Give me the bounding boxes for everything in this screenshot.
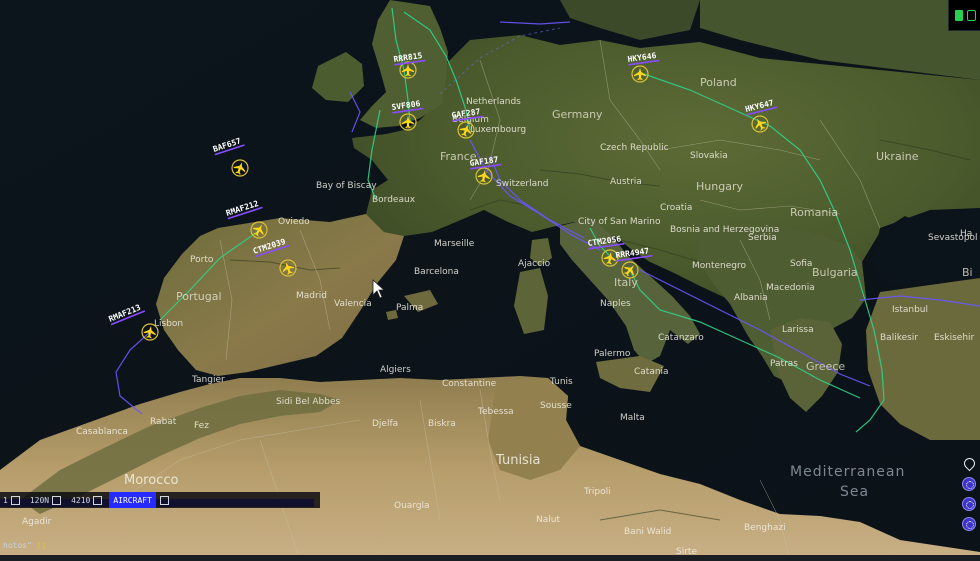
label-hungary: Hungary (696, 180, 743, 193)
label-valencia: Valencia (334, 299, 372, 309)
toolbar-field-4: AIRCRAFT (113, 495, 152, 505)
toolbar-field-2: 120N (29, 495, 50, 505)
close-icon[interactable] (93, 495, 103, 505)
label-luxembourg: Luxembourg (470, 125, 526, 135)
location-pin-icon[interactable] (961, 455, 977, 472)
toolbar-aircraft-tab[interactable]: AIRCRAFT (109, 492, 156, 508)
label-montenegro: Montenegro (692, 261, 746, 271)
filter-button-2[interactable] (962, 497, 976, 511)
label-casablanca: Casablanca (76, 427, 128, 437)
label-mediterranean-sea: Sea (840, 484, 869, 500)
label-bay-of-biscay: Bay of Biscay (316, 181, 377, 191)
label-patras: Patras (770, 359, 798, 369)
toolbar-field-1: 1 (3, 495, 8, 505)
label-catania: Catania (634, 367, 669, 377)
expand-icon[interactable] (52, 495, 62, 505)
label-istanbul: Istanbul (892, 305, 928, 315)
label-albania: Albania (734, 293, 768, 303)
layers-icon (954, 9, 963, 21)
console-bracket: [] (36, 541, 47, 550)
label-mediterranean: Mediterranean (790, 464, 905, 480)
label-sofia: Sofia (790, 259, 812, 269)
label-fez: Fez (194, 421, 209, 431)
label-macedonia: Macedonia (766, 283, 815, 293)
label-catanzaro: Catanzaro (658, 333, 704, 343)
close-icon[interactable] (159, 495, 169, 505)
label-germany: Germany (552, 108, 603, 121)
label-benghazi: Benghazi (744, 523, 786, 533)
label-marseille: Marseille (434, 239, 475, 249)
label-djelfa: Djelfa (372, 419, 398, 429)
bottom-toolbar: 1 120N 4210 AIRCRAFT (0, 492, 320, 508)
shield-icon (966, 9, 976, 21)
label-bordeaux: Bordeaux (372, 195, 416, 205)
map-controls (960, 455, 978, 531)
label-austria: Austria (610, 177, 642, 187)
label-balikesir: Balikesir (880, 333, 918, 343)
label-agadir: Agadir (22, 517, 52, 527)
label-greece: Greece (806, 360, 845, 373)
label-romania: Romania (790, 206, 838, 219)
label-barcelona: Barcelona (414, 267, 459, 277)
label-tebessa: Tebessa (477, 407, 514, 417)
label-biskra: Biskra (428, 419, 456, 429)
label-morocco: Morocco (124, 473, 178, 488)
label-rabat: Rabat (150, 417, 177, 427)
toolbar-segment-2[interactable]: 120N (27, 492, 64, 508)
label-sidi-bel-abbes: Sidi Bel Abbes (276, 397, 340, 407)
label-tunisia: Tunisia (495, 453, 540, 468)
toolbar-segment-3[interactable]: 4210 (68, 492, 105, 508)
label-bani-walid: Bani Walid (624, 527, 671, 537)
label-naples: Naples (600, 299, 631, 309)
label-turkey-partial: Bi (962, 266, 973, 279)
label-tripoli: Tripoli (583, 487, 611, 497)
label-slovakia: Slovakia (690, 151, 728, 161)
label-tangier: Tangier (191, 375, 225, 385)
label-constantine: Constantine (442, 379, 497, 389)
expand-icon[interactable] (10, 495, 20, 505)
label-algiers: Algiers (380, 365, 411, 375)
mouse-cursor-icon (372, 279, 386, 299)
label-italy: Italy (614, 276, 638, 289)
console-text: hotos" (3, 541, 32, 550)
label-palma: Palma (396, 303, 423, 313)
flight-map[interactable]: Germany Poland Czech Republic Austria Sl… (0, 0, 980, 561)
label-ha-partial: Ha (960, 229, 972, 239)
label-bulgaria: Bulgaria (812, 266, 858, 279)
label-eskisehir: Eskisehir (934, 333, 975, 343)
label-czech: Czech Republic (600, 143, 669, 153)
label-ouargla: Ouargla (394, 501, 430, 511)
view-toggle[interactable] (948, 0, 980, 31)
label-netherlands: Netherlands (466, 97, 521, 107)
label-san-marino: City of San Marino (578, 217, 661, 227)
bottom-strip (0, 555, 980, 561)
label-nalut: Nalut (536, 515, 560, 525)
label-bosnia: Bosnia and Herzegovina (670, 225, 779, 235)
label-tunis: Tunis (549, 377, 573, 387)
label-sousse: Sousse (540, 401, 572, 411)
toolbar-segment-1[interactable]: 1 (0, 492, 23, 508)
label-madrid: Madrid (296, 291, 327, 301)
label-porto: Porto (190, 255, 214, 265)
console-line: hotos" [] (0, 541, 49, 555)
label-larissa: Larissa (782, 325, 814, 335)
label-poland: Poland (700, 76, 737, 89)
filter-button-3[interactable] (962, 517, 976, 531)
toolbar-field-3: 4210 (71, 495, 91, 505)
label-malta: Malta (620, 413, 645, 423)
label-ajaccio: Ajaccio (518, 259, 551, 269)
filter-button-1[interactable] (962, 477, 976, 491)
label-ukraine: Ukraine (876, 150, 919, 163)
label-oviedo: Oviedo (278, 217, 310, 227)
label-palermo: Palermo (594, 349, 631, 359)
label-switzerland: Switzerland (496, 179, 549, 189)
label-croatia: Croatia (660, 203, 692, 213)
label-portugal: Portugal (176, 290, 222, 303)
label-lisbon: Lisbon (154, 319, 183, 329)
